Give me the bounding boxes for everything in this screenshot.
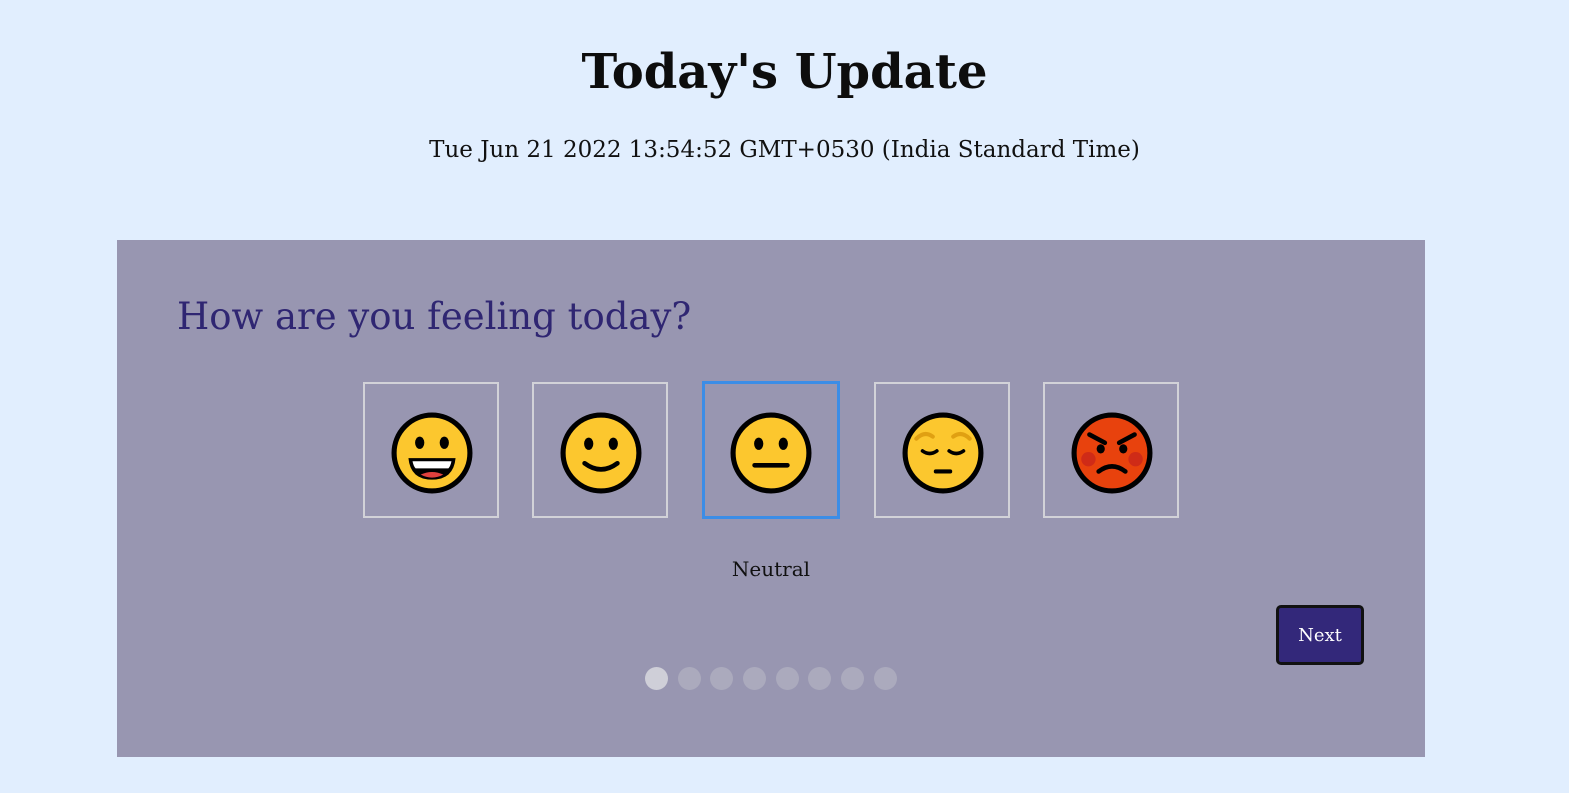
- pensive-face-icon: [902, 412, 984, 494]
- slightly-smiling-face-icon: [560, 412, 642, 494]
- mood-options: [117, 381, 1425, 519]
- mood-option-neutral[interactable]: [702, 381, 840, 519]
- date-time-text: Tue Jun 21 2022 13:54:52 GMT+0530 (India…: [429, 137, 1140, 163]
- page-title: Today's Update: [581, 44, 988, 100]
- pagination-dot[interactable]: [743, 667, 766, 690]
- pagination-dot[interactable]: [678, 667, 701, 690]
- grinning-face-icon: [391, 412, 473, 494]
- pagination-dot[interactable]: [841, 667, 864, 690]
- pagination-dot[interactable]: [808, 667, 831, 690]
- question-heading: How are you feeling today?: [177, 295, 692, 338]
- mood-option-angry[interactable]: [1043, 382, 1179, 518]
- mood-option-smiling[interactable]: [532, 382, 668, 518]
- pagination-dot[interactable]: [645, 667, 668, 690]
- selected-mood-label: Neutral: [731, 557, 811, 581]
- pagination-dot[interactable]: [776, 667, 799, 690]
- next-button[interactable]: Next: [1276, 605, 1364, 665]
- angry-face-icon: [1071, 412, 1153, 494]
- pagination-dot[interactable]: [874, 667, 897, 690]
- neutral-face-icon: [730, 412, 812, 494]
- mood-option-pensive[interactable]: [874, 382, 1010, 518]
- mood-survey-card: How are you feeling today? Neutral Next: [117, 240, 1425, 757]
- pagination-dot[interactable]: [710, 667, 733, 690]
- mood-option-grinning[interactable]: [363, 382, 499, 518]
